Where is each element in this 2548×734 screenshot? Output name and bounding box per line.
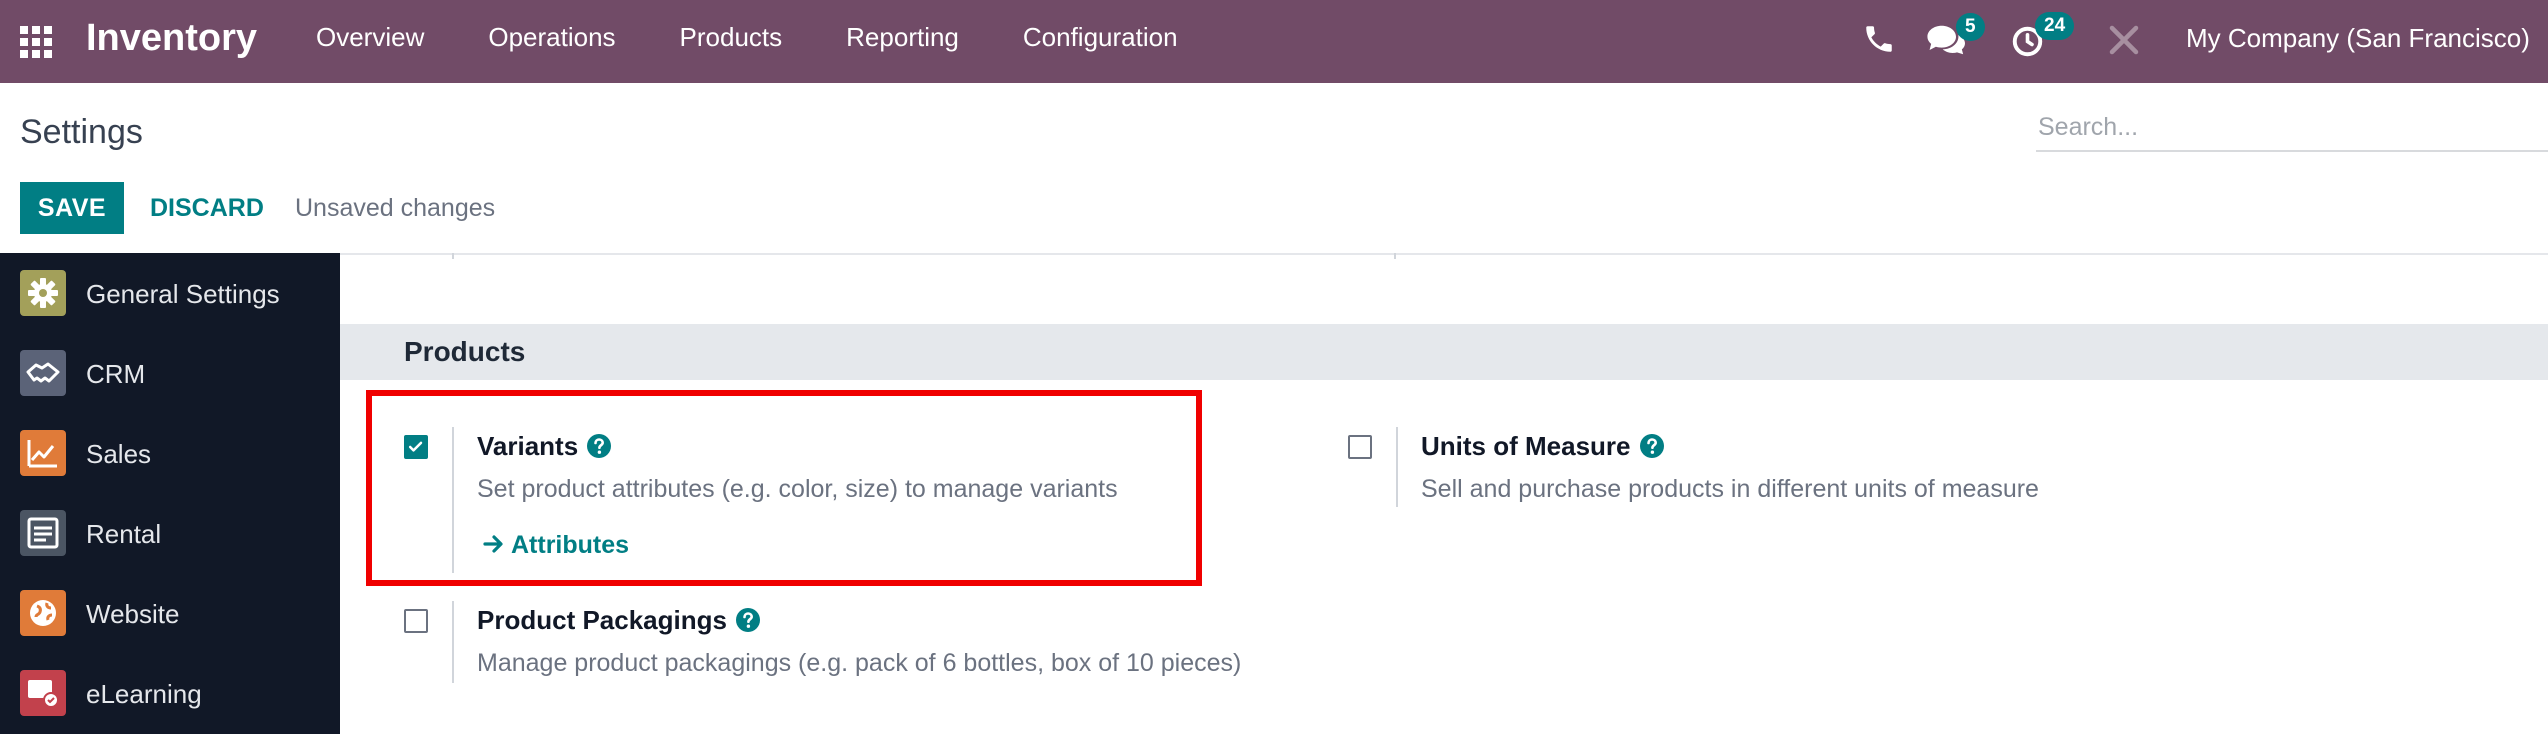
setting-title-text: Units of Measure: [1421, 431, 1631, 461]
arrow-right-icon: [483, 535, 503, 553]
variants-title: Variants: [477, 429, 612, 463]
search-input[interactable]: [2036, 104, 2548, 150]
divider: [1396, 427, 1398, 507]
main-menu: Overview Operations Products Reporting C…: [316, 18, 1242, 56]
company-switcher[interactable]: My Company (San Francisco): [2186, 20, 2530, 56]
discard-button[interactable]: DISCARD: [136, 182, 278, 234]
divider: [452, 253, 454, 259]
menu-operations[interactable]: Operations: [488, 18, 615, 56]
menu-overview[interactable]: Overview: [316, 18, 424, 56]
help-icon[interactable]: [586, 433, 612, 459]
sidebar-item-website[interactable]: Website: [0, 573, 340, 653]
attributes-link-label: Attributes: [511, 531, 630, 559]
menu-reporting[interactable]: Reporting: [846, 18, 959, 56]
apps-grid-icon[interactable]: [18, 24, 54, 60]
sidebar-item-label: General Settings: [86, 279, 280, 309]
settings-sidebar: General Settings CRM Sales Rental Websit…: [0, 253, 340, 734]
setting-title-text: Product Packagings: [477, 605, 727, 635]
sales-chart-icon: [20, 430, 66, 476]
settings-content: Products Variants Set product attributes…: [340, 253, 2548, 734]
section-header-products: Products: [340, 324, 2548, 380]
handshake-icon: [20, 350, 66, 396]
units-of-measure-title: Units of Measure: [1421, 429, 1665, 463]
elearning-icon: [20, 670, 66, 716]
globe-icon: [20, 590, 66, 636]
divider: [340, 253, 2548, 255]
variants-description: Set product attributes (e.g. color, size…: [477, 475, 1118, 503]
tools-icon[interactable]: [2106, 22, 2142, 58]
units-of-measure-checkbox[interactable]: [1348, 435, 1372, 459]
sidebar-item-general-settings[interactable]: General Settings: [0, 253, 340, 333]
menu-products[interactable]: Products: [680, 18, 783, 56]
search-box: [2036, 104, 2548, 152]
sidebar-item-elearning[interactable]: eLearning: [0, 653, 340, 733]
sidebar-item-label: Website: [86, 599, 180, 629]
app-name[interactable]: Inventory: [86, 14, 257, 62]
help-icon[interactable]: [735, 607, 761, 633]
product-packagings-description: Manage product packagings (e.g. pack of …: [477, 649, 1242, 677]
rental-icon: [20, 510, 66, 556]
sidebar-item-label: Rental: [86, 519, 162, 549]
sidebar-item-sales[interactable]: Sales: [0, 413, 340, 493]
units-of-measure-description: Sell and purchase products in different …: [1421, 475, 2039, 503]
help-icon[interactable]: [1639, 433, 1665, 459]
divider: [1394, 253, 1396, 259]
activity-badge: 24: [2035, 12, 2075, 40]
unsaved-changes-status: Unsaved changes: [295, 194, 496, 222]
divider: [452, 601, 454, 683]
section-title: Products: [404, 336, 526, 367]
sidebar-item-rental[interactable]: Rental: [0, 493, 340, 573]
variants-checkbox[interactable]: [404, 435, 428, 459]
page-title: Settings: [20, 113, 143, 151]
save-button[interactable]: SAVE: [20, 182, 124, 234]
sidebar-item-label: eLearning: [86, 679, 202, 709]
phone-icon[interactable]: [1862, 22, 1896, 56]
product-packagings-title: Product Packagings: [477, 603, 761, 637]
attributes-link[interactable]: Attributes: [483, 528, 629, 562]
sidebar-item-label: CRM: [86, 359, 146, 389]
gear-icon: [20, 270, 66, 316]
sidebar-item-crm[interactable]: CRM: [0, 333, 340, 413]
setting-title-text: Variants: [477, 431, 579, 461]
product-packagings-checkbox[interactable]: [404, 609, 428, 633]
checkmark-icon: [408, 441, 423, 452]
top-navbar: Inventory Overview Operations Products R…: [0, 0, 2548, 83]
menu-configuration[interactable]: Configuration: [1023, 18, 1178, 56]
sidebar-item-label: Sales: [86, 439, 152, 469]
divider: [452, 427, 454, 573]
chat-badge: 5: [1956, 13, 1985, 41]
